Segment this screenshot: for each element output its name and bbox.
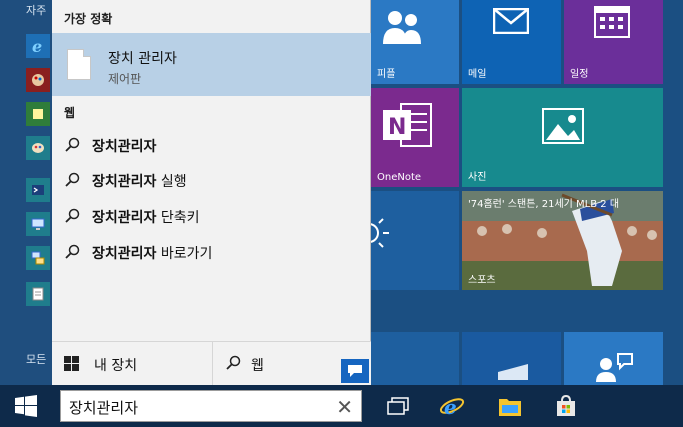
best-match-result[interactable]: 장치 관리자 제어판: [52, 33, 371, 96]
store-button[interactable]: [551, 391, 581, 421]
mail-tile[interactable]: 메일: [462, 0, 561, 84]
web-result-text: 장치관리자: [92, 139, 157, 155]
web-result-item[interactable]: 장치관리자 바로가기: [52, 235, 371, 269]
windows-logo-icon: [64, 356, 79, 371]
calendar-icon: [594, 6, 630, 38]
mail-icon: [493, 8, 529, 34]
onenote-tile[interactable]: N OneNote: [371, 88, 459, 187]
best-match-heading: 가장 정확: [64, 12, 113, 26]
most-used-heading: 자주: [26, 4, 47, 17]
people-tile-label: 피플: [377, 69, 396, 80]
windows-logo-icon: [15, 395, 37, 417]
start-left-rail: 자주 e 모든: [0, 0, 52, 385]
onenote-tile-label: OneNote: [377, 172, 422, 183]
web-result-text: 장치관리자 단축키: [92, 210, 200, 226]
sticky-notes-icon[interactable]: [26, 102, 50, 126]
chat-bubble-icon: [348, 365, 362, 377]
chart-icon: [498, 364, 528, 380]
search-results-panel: 가장 정확 장치 관리자 제어판 웹 장치관리자 장치관리자 실행 장치관리자 …: [52, 0, 371, 386]
web-result-item[interactable]: 장치관리자 단축키: [52, 199, 371, 233]
svg-text:e: e: [444, 395, 457, 419]
file-explorer-button[interactable]: [495, 391, 525, 421]
photos-tile[interactable]: 사진: [462, 88, 663, 187]
folder-icon: [499, 399, 521, 416]
task-view-icon: [387, 397, 409, 415]
people-tile[interactable]: 피플: [371, 0, 459, 84]
document-icon: [67, 49, 91, 80]
photos-tile-label: 사진: [468, 172, 487, 183]
search-icon: [65, 137, 80, 152]
search-icon: [65, 208, 80, 223]
remote-desktop-icon[interactable]: [26, 212, 50, 236]
svg-text:e: e: [32, 37, 42, 55]
sports-tile[interactable]: '74홈런' 스탠튼, 21세기 MLB 2 대 스포츠: [462, 191, 663, 290]
ie-browser-icon: e: [439, 395, 465, 419]
feedback-button[interactable]: [341, 359, 369, 383]
paint-palette-icon[interactable]: [26, 136, 50, 160]
my-device-label: 내 장치: [94, 358, 138, 374]
people-icon: [383, 11, 421, 44]
web-scope-label: 웹: [251, 358, 264, 374]
svg-text:N: N: [388, 115, 406, 140]
calendar-tile-label: 일정: [570, 69, 589, 80]
clear-search-button[interactable]: ✕: [336, 395, 353, 419]
notepad-icon[interactable]: [26, 282, 50, 306]
all-apps-label[interactable]: 모든: [26, 351, 46, 367]
search-input[interactable]: [69, 397, 329, 417]
tile-bottom-3[interactable]: [564, 332, 663, 385]
sports-tile-label: 스포츠: [468, 275, 496, 286]
store-icon: [557, 395, 575, 416]
network-icon[interactable]: [26, 246, 50, 270]
ie-app-icon[interactable]: e: [26, 34, 50, 58]
weather-tile[interactable]: [365, 191, 459, 290]
powershell-icon[interactable]: [26, 178, 50, 202]
edge-browser-button[interactable]: e: [437, 391, 467, 421]
start-tiles-area: 피플 메일 일정 N OneNote 사진 '74홈런' 스탠튼, 21세기 M…: [365, 0, 683, 385]
web-result-item[interactable]: 장치관리자: [52, 128, 371, 162]
search-icon: [226, 355, 241, 370]
onenote-icon: N: [383, 103, 432, 147]
calendar-tile[interactable]: 일정: [564, 0, 663, 84]
feedback-person-icon: [596, 353, 633, 382]
web-heading: 웹: [64, 106, 76, 120]
best-match-subtitle: 제어판: [108, 72, 142, 86]
search-icon: [65, 172, 80, 187]
tile-bottom-1[interactable]: [371, 332, 459, 385]
taskbar-search-box[interactable]: ✕: [60, 390, 362, 422]
photos-icon: [542, 108, 584, 144]
web-result-item[interactable]: 장치관리자 실행: [52, 163, 371, 197]
sports-headline: '74홈런' 스탠튼, 21세기 MLB 2 대: [468, 199, 620, 210]
search-icon: [65, 244, 80, 259]
search-scope-bar: 내 장치 웹: [52, 341, 371, 386]
my-device-button[interactable]: 내 장치: [52, 342, 212, 386]
tile-bottom-2[interactable]: [462, 332, 561, 385]
task-view-button[interactable]: [383, 391, 413, 421]
best-match-title: 장치 관리자: [108, 51, 177, 67]
mail-tile-label: 메일: [468, 69, 487, 80]
taskbar: ✕ e: [0, 385, 683, 427]
paint-app-icon[interactable]: [26, 68, 50, 92]
web-result-text: 장치관리자 바로가기: [92, 246, 213, 262]
start-button[interactable]: [0, 385, 52, 427]
web-result-text: 장치관리자 실행: [92, 174, 187, 190]
